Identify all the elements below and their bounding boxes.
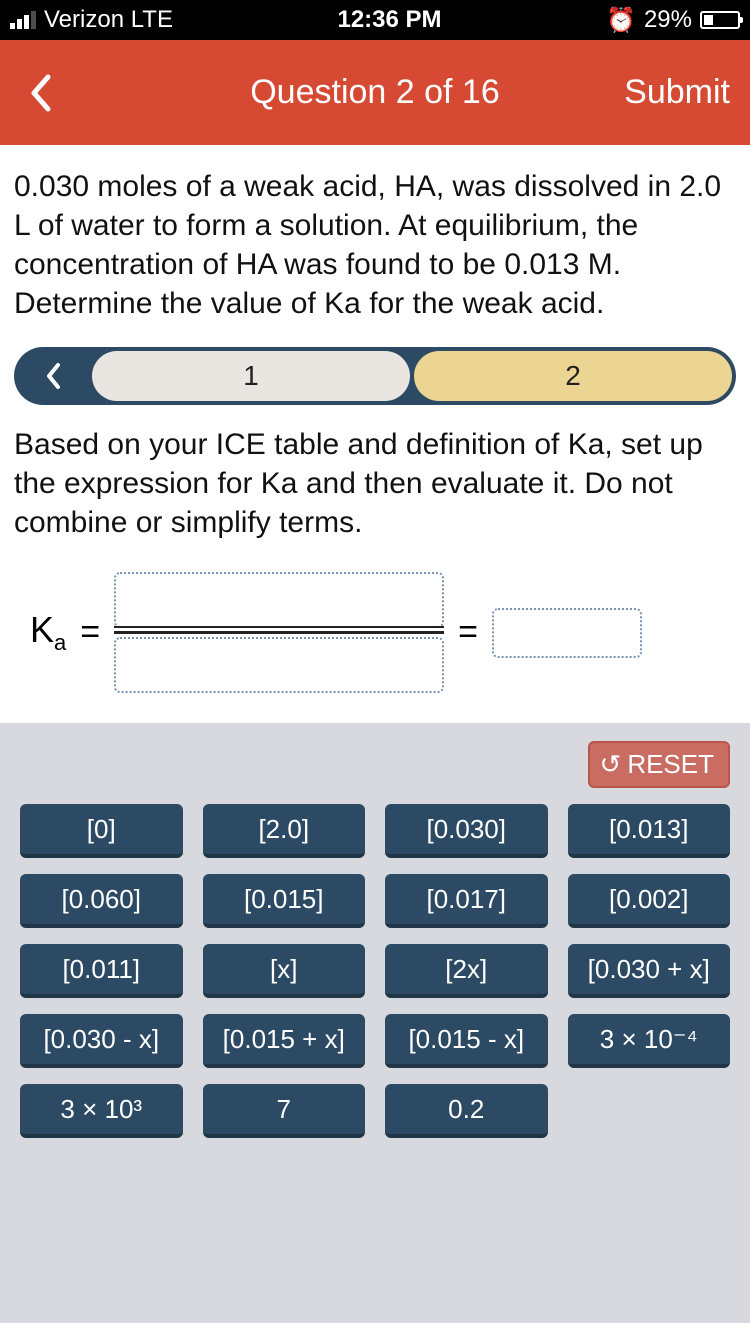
undo-icon: ↺ xyxy=(600,749,622,780)
equals-sign-2: = xyxy=(458,613,478,652)
tile[interactable]: [0] xyxy=(20,804,183,858)
tile[interactable]: [2.0] xyxy=(203,804,366,858)
tile[interactable]: 3 × 10³ xyxy=(20,1084,183,1138)
step-navigator: 1 2 xyxy=(14,347,736,405)
tile[interactable]: [x] xyxy=(203,944,366,998)
tile[interactable]: [0.002] xyxy=(568,874,731,928)
tile[interactable]: [0.017] xyxy=(385,874,548,928)
app-header: Question 2 of 16 Submit xyxy=(0,40,750,145)
equals-sign: = xyxy=(80,613,100,652)
tile[interactable]: [0.015] xyxy=(203,874,366,928)
ka-label: Ka xyxy=(30,609,66,656)
chevron-left-icon xyxy=(45,362,61,390)
result-dropzone[interactable] xyxy=(492,608,642,658)
tile[interactable]: [0.015 - x] xyxy=(385,1014,548,1068)
tile[interactable]: 7 xyxy=(203,1084,366,1138)
battery-icon xyxy=(700,11,740,29)
back-button[interactable] xyxy=(0,40,80,145)
carrier-label: Verizon LTE xyxy=(44,6,173,34)
tile[interactable]: [0.030 + x] xyxy=(568,944,731,998)
chevron-left-icon xyxy=(28,73,52,113)
instruction-text: Based on your ICE table and definition o… xyxy=(0,419,750,562)
battery-pct: 29% xyxy=(644,6,692,34)
reset-label: RESET xyxy=(627,749,714,780)
tile[interactable]: 3 × 10⁻⁴ xyxy=(568,1014,731,1068)
tile[interactable]: 0.2 xyxy=(385,1084,548,1138)
numerator-dropzone[interactable] xyxy=(114,572,444,628)
equation-area: Ka = = xyxy=(0,562,750,723)
step-2-tab[interactable]: 2 xyxy=(414,351,732,401)
fraction xyxy=(114,572,444,693)
step-1-tab[interactable]: 1 xyxy=(92,351,410,401)
tile[interactable]: [0.030] xyxy=(385,804,548,858)
denominator-dropzone[interactable] xyxy=(114,637,444,693)
reset-button[interactable]: ↺ RESET xyxy=(588,741,730,788)
tile[interactable]: [0.013] xyxy=(568,804,731,858)
signal-icon xyxy=(10,11,36,29)
tiles-grid: [0] [2.0] [0.030] [0.013] [0.060] [0.015… xyxy=(20,804,730,1138)
battery-fill xyxy=(704,15,713,25)
status-left: Verizon LTE xyxy=(10,6,173,34)
alarm-icon: ⏰ xyxy=(606,6,636,35)
clock: 12:36 PM xyxy=(337,6,441,34)
tiles-panel: ↺ RESET [0] [2.0] [0.030] [0.013] [0.060… xyxy=(0,723,750,1323)
status-right: ⏰ 29% xyxy=(606,6,740,35)
fraction-line xyxy=(114,631,444,634)
question-text: 0.030 moles of a weak acid, HA, was diss… xyxy=(0,145,750,341)
tile[interactable]: [0.030 - x] xyxy=(20,1014,183,1068)
tile[interactable]: [0.011] xyxy=(20,944,183,998)
step-prev-button[interactable] xyxy=(18,351,88,401)
submit-button[interactable]: Submit xyxy=(624,73,730,112)
tile[interactable]: [0.060] xyxy=(20,874,183,928)
status-bar: Verizon LTE 12:36 PM ⏰ 29% xyxy=(0,0,750,40)
tile[interactable]: [0.015 + x] xyxy=(203,1014,366,1068)
tile[interactable]: [2x] xyxy=(385,944,548,998)
